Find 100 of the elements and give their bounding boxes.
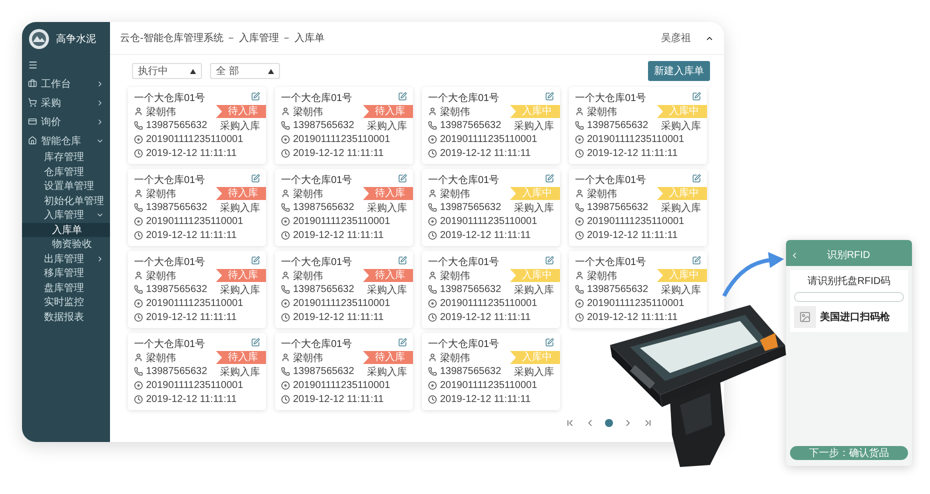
- status-tag: 入库中: [510, 269, 560, 282]
- code-icon: [281, 299, 290, 308]
- sidebar-item[interactable]: 采购: [22, 93, 110, 112]
- order-card[interactable]: 一个大仓库01号 梁朝伟 入库中 13987565632 采购入库 201901111235110001 2019-12-12 11:11:11: [569, 251, 707, 328]
- order-card[interactable]: 一个大仓库01号 梁朝伟 待入库 13987565632 采购入库 201901111235110001 2019-12-12 11:11:11: [128, 169, 266, 246]
- order-card[interactable]: 一个大仓库01号 梁朝伟 待入库 13987565632 采购入库 201901111235110001 2019-12-12 11:11:11: [128, 333, 266, 410]
- order-card[interactable]: 一个大仓库01号 梁朝伟 待入库 13987565632 采购入库 201901111235110001 2019-12-12 11:11:11: [275, 87, 413, 164]
- edit-icon[interactable]: [545, 338, 554, 346]
- order-code: 201901111235110001: [293, 298, 390, 309]
- order-card[interactable]: 一个大仓库01号 梁朝伟 待入库 13987565632 采购入库 201901111235110001 2019-12-12 11:11:11: [275, 333, 413, 410]
- sidebar-item[interactable]: 移库管理: [22, 266, 110, 280]
- sidebar-item[interactable]: 智能仓库: [22, 131, 110, 150]
- sidebar-item[interactable]: 盘库管理: [22, 280, 110, 295]
- order-card[interactable]: 一个大仓库01号 梁朝伟 入库中 13987565632 采购入库 201901111235110001 2019-12-12 11:11:11: [422, 169, 560, 246]
- edit-icon[interactable]: [398, 256, 407, 264]
- order-card[interactable]: 一个大仓库01号 梁朝伟 入库中 13987565632 采购入库 201901111235110001 2019-12-12 11:11:11: [422, 251, 560, 328]
- edit-icon[interactable]: [398, 92, 407, 100]
- card-title: 一个大仓库01号: [428, 174, 500, 186]
- phone-icon: [575, 203, 584, 212]
- person-name: 梁朝伟: [587, 188, 617, 200]
- order-card[interactable]: 一个大仓库01号 梁朝伟 入库中 13987565632 采购入库 201901111235110001 2019-12-12 11:11:11: [422, 333, 560, 410]
- code-icon: [134, 135, 143, 144]
- user-icon: [428, 353, 437, 362]
- edit-icon[interactable]: [398, 338, 407, 346]
- caret-icon: [190, 68, 196, 74]
- edit-icon[interactable]: [251, 338, 260, 346]
- last-page-icon[interactable]: [643, 418, 653, 428]
- sidebar-item[interactable]: 仓库管理: [22, 164, 110, 179]
- status-tag: 入库中: [510, 351, 560, 364]
- order-card[interactable]: 一个大仓库01号 梁朝伟 待入库 13987565632 采购入库 201901111235110001 2019-12-12 11:11:11: [128, 87, 266, 164]
- order-card[interactable]: 一个大仓库01号 梁朝伟 入库中 13987565632 采购入库 201901111235110001 2019-12-12 11:11:11: [422, 87, 560, 164]
- order-card[interactable]: 一个大仓库01号 梁朝伟 待入库 13987565632 采购入库 201901111235110001 2019-12-12 11:11:11: [275, 169, 413, 246]
- status-tag: 入库中: [510, 105, 560, 118]
- scan-prompt: 请识别托盘RFID码: [806, 274, 892, 288]
- home-icon: [28, 136, 37, 145]
- input-field[interactable]: [794, 292, 904, 302]
- status-tag: 入库中: [657, 187, 707, 200]
- order-code: 201901111235110001: [587, 216, 684, 227]
- sidebar-item[interactable]: 出库管理: [22, 252, 110, 266]
- edit-icon[interactable]: [545, 256, 554, 264]
- order-code: 201901111235110001: [293, 380, 390, 391]
- user-name[interactable]: 吴彦祖: [661, 31, 691, 45]
- sidebar-item[interactable]: 库存管理: [22, 150, 110, 164]
- sidebar-item[interactable]: 设置单管理: [22, 179, 110, 194]
- status-tag: 待入库: [216, 351, 266, 364]
- sidebar-item[interactable]: 初始化单管理: [22, 194, 110, 208]
- card-title: 一个大仓库01号: [281, 174, 354, 186]
- order-card[interactable]: 一个大仓库01号 梁朝伟 待入库 13987565632 采购入库 201901111235110001 2019-12-12 11:11:11: [275, 251, 413, 328]
- filter-dropdown[interactable]: 全 部: [210, 63, 280, 79]
- clock-icon: [428, 231, 437, 240]
- order-time: 2019-12-12 11:11:11: [440, 394, 531, 405]
- sidebar-item[interactable]: 数据报表: [22, 310, 110, 324]
- back-icon[interactable]: [790, 250, 799, 260]
- sidebar-item[interactable]: 工作台: [22, 74, 110, 93]
- order-code: 201901111235110001: [146, 134, 244, 145]
- order-code: 201901111235110001: [440, 298, 538, 309]
- user-icon: [134, 271, 143, 280]
- sidebar-item[interactable]: 入库管理: [22, 208, 110, 222]
- code-icon: [134, 217, 143, 226]
- user-icon: [428, 189, 437, 198]
- sidebar-item[interactable]: 物资验收: [22, 237, 110, 252]
- status-tag: 待入库: [363, 269, 413, 282]
- order-time: 2019-12-12 11:11:11: [146, 394, 237, 405]
- edit-icon[interactable]: [545, 92, 554, 100]
- order-card[interactable]: 一个大仓库01号 梁朝伟 入库中 13987565632 采购入库 201901111235110001 2019-12-12 11:11:11: [569, 87, 707, 164]
- filter-dropdown[interactable]: 执行中: [132, 63, 202, 79]
- order-time: 2019-12-12 11:11:11: [146, 148, 237, 159]
- first-page-icon[interactable]: [565, 418, 575, 428]
- user-icon: [281, 353, 290, 362]
- code-icon: [428, 381, 437, 390]
- sidebar-item[interactable]: 入库单: [22, 222, 110, 237]
- edit-icon[interactable]: [398, 174, 407, 182]
- page-indicator[interactable]: [605, 419, 613, 427]
- order-time: 2019-12-12 11:11:11: [293, 394, 384, 405]
- edit-icon[interactable]: [251, 92, 260, 100]
- edit-icon[interactable]: [251, 174, 260, 182]
- edit-icon[interactable]: [692, 174, 701, 182]
- curved-arrow: [722, 250, 786, 298]
- brand-name: 高争水泥: [56, 32, 96, 46]
- status-tag: 待入库: [363, 187, 413, 200]
- edit-icon[interactable]: [692, 256, 701, 264]
- card-title: 一个大仓库01号: [281, 338, 354, 350]
- code-icon: [428, 217, 437, 226]
- card-title: 一个大仓库01号: [281, 92, 354, 104]
- order-time: 2019-12-12 11:11:11: [146, 230, 237, 241]
- phone-number: 13987565632: [293, 366, 354, 377]
- order-card[interactable]: 一个大仓库01号 梁朝伟 待入库 13987565632 采购入库 201901111235110001 2019-12-12 11:11:11: [128, 251, 266, 328]
- edit-icon[interactable]: [545, 174, 554, 182]
- card-title: 一个大仓库01号: [575, 92, 648, 104]
- phone-icon: [134, 121, 143, 130]
- order-card[interactable]: 一个大仓库01号 梁朝伟 入库中 13987565632 采购入库 201901111235110001 2019-12-12 11:11:11: [569, 169, 707, 246]
- edit-icon[interactable]: [251, 256, 260, 264]
- clock-icon: [281, 231, 290, 240]
- new-button[interactable]: 新建入库单: [648, 61, 710, 81]
- sidebar-item[interactable]: 询价: [22, 112, 110, 131]
- sidebar-item[interactable]: 实时监控: [22, 295, 110, 310]
- edit-icon[interactable]: [692, 92, 701, 100]
- order-type: 采购入库: [220, 120, 261, 132]
- menu-icon[interactable]: [28, 60, 38, 70]
- order-time: 2019-12-12 11:11:11: [293, 312, 384, 323]
